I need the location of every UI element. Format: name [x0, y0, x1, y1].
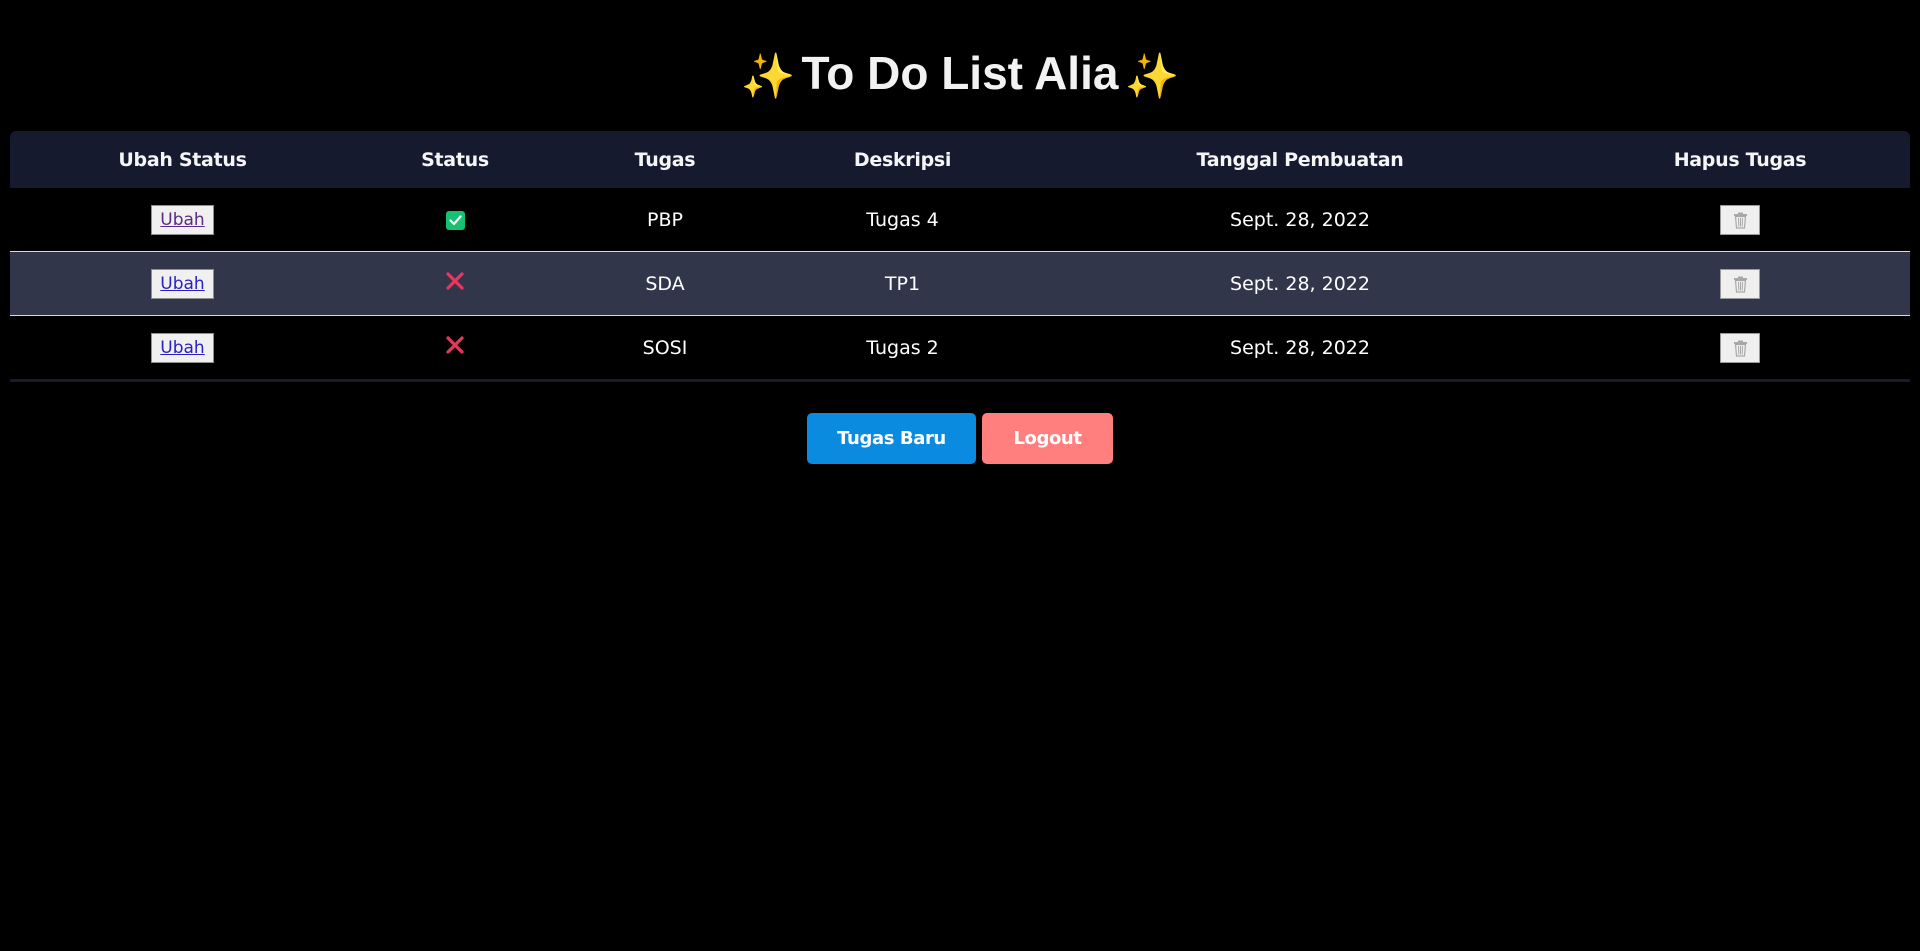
date-cell: Sept. 28, 2022 — [1230, 336, 1370, 359]
column-header-deskripsi: Deskripsi — [853, 148, 952, 171]
delete-cell — [1570, 316, 1910, 381]
description-cell: Tugas 4 — [866, 208, 939, 231]
change-status-cell: Ubah — [10, 188, 355, 252]
task-cell: SOSI — [642, 336, 688, 359]
change-status-button[interactable]: Ubah — [151, 268, 214, 299]
task-cell: PBP — [647, 208, 683, 231]
cross-icon — [445, 271, 465, 296]
cross-icon — [445, 335, 465, 360]
trash-icon — [1734, 212, 1747, 229]
page-title: ✨ To Do List Alia ✨ — [0, 0, 1920, 101]
column-header-status: Status — [421, 148, 489, 171]
change-status-link[interactable]: Ubah — [160, 274, 204, 294]
table-row: Ubah SDA TP1 Sept. 28, 2022 — [10, 251, 1910, 316]
task-cell: SDA — [645, 272, 685, 295]
change-status-cell: Ubah — [10, 252, 355, 316]
sparkles-icon: ✨ — [740, 51, 796, 101]
table-row: Ubah SOSI Tugas 2 Sept. 28, 2022 — [10, 316, 1910, 381]
trash-icon — [1734, 340, 1747, 357]
logout-button[interactable]: Logout — [982, 413, 1113, 464]
date-cell: Sept. 28, 2022 — [1230, 272, 1370, 295]
status-cell — [355, 252, 555, 316]
trash-icon — [1734, 276, 1747, 293]
delete-cell — [1570, 188, 1910, 252]
check-square-icon — [445, 210, 465, 230]
column-header-ubah-status: Ubah Status — [118, 148, 247, 171]
status-cell — [355, 316, 555, 381]
description-cell: TP1 — [884, 272, 921, 295]
table-row: Ubah PBP Tugas 4 Sept. 28, 2022 — [10, 188, 1910, 252]
sparkles-icon: ✨ — [1124, 51, 1180, 101]
change-status-button[interactable]: Ubah — [151, 332, 214, 363]
change-status-cell: Ubah — [10, 316, 355, 381]
column-header-tugas: Tugas — [634, 148, 696, 171]
new-task-button[interactable]: Tugas Baru — [807, 413, 976, 464]
column-header-tanggal-pembuatan: Tanggal Pembuatan — [1196, 148, 1404, 171]
table-header-row: Ubah Status Status Tugas Deskripsi Tangg… — [10, 131, 1910, 188]
page-title-text: To Do List Alia — [801, 47, 1119, 99]
description-cell: Tugas 2 — [866, 336, 939, 359]
date-cell: Sept. 28, 2022 — [1230, 208, 1370, 231]
todo-table: Ubah Status Status Tugas Deskripsi Tangg… — [10, 131, 1910, 382]
column-header-hapus-tugas: Hapus Tugas — [1673, 148, 1807, 171]
change-status-link[interactable]: Ubah — [160, 338, 204, 358]
delete-task-button[interactable] — [1720, 204, 1760, 235]
status-cell — [355, 188, 555, 252]
change-status-button[interactable]: Ubah — [151, 204, 214, 235]
delete-task-button[interactable] — [1720, 332, 1760, 363]
todo-table-container: Ubah Status Status Tugas Deskripsi Tangg… — [10, 131, 1910, 382]
delete-cell — [1570, 252, 1910, 316]
action-buttons: Tugas Baru Logout — [0, 413, 1920, 464]
delete-task-button[interactable] — [1720, 268, 1760, 299]
change-status-link[interactable]: Ubah — [160, 210, 204, 230]
